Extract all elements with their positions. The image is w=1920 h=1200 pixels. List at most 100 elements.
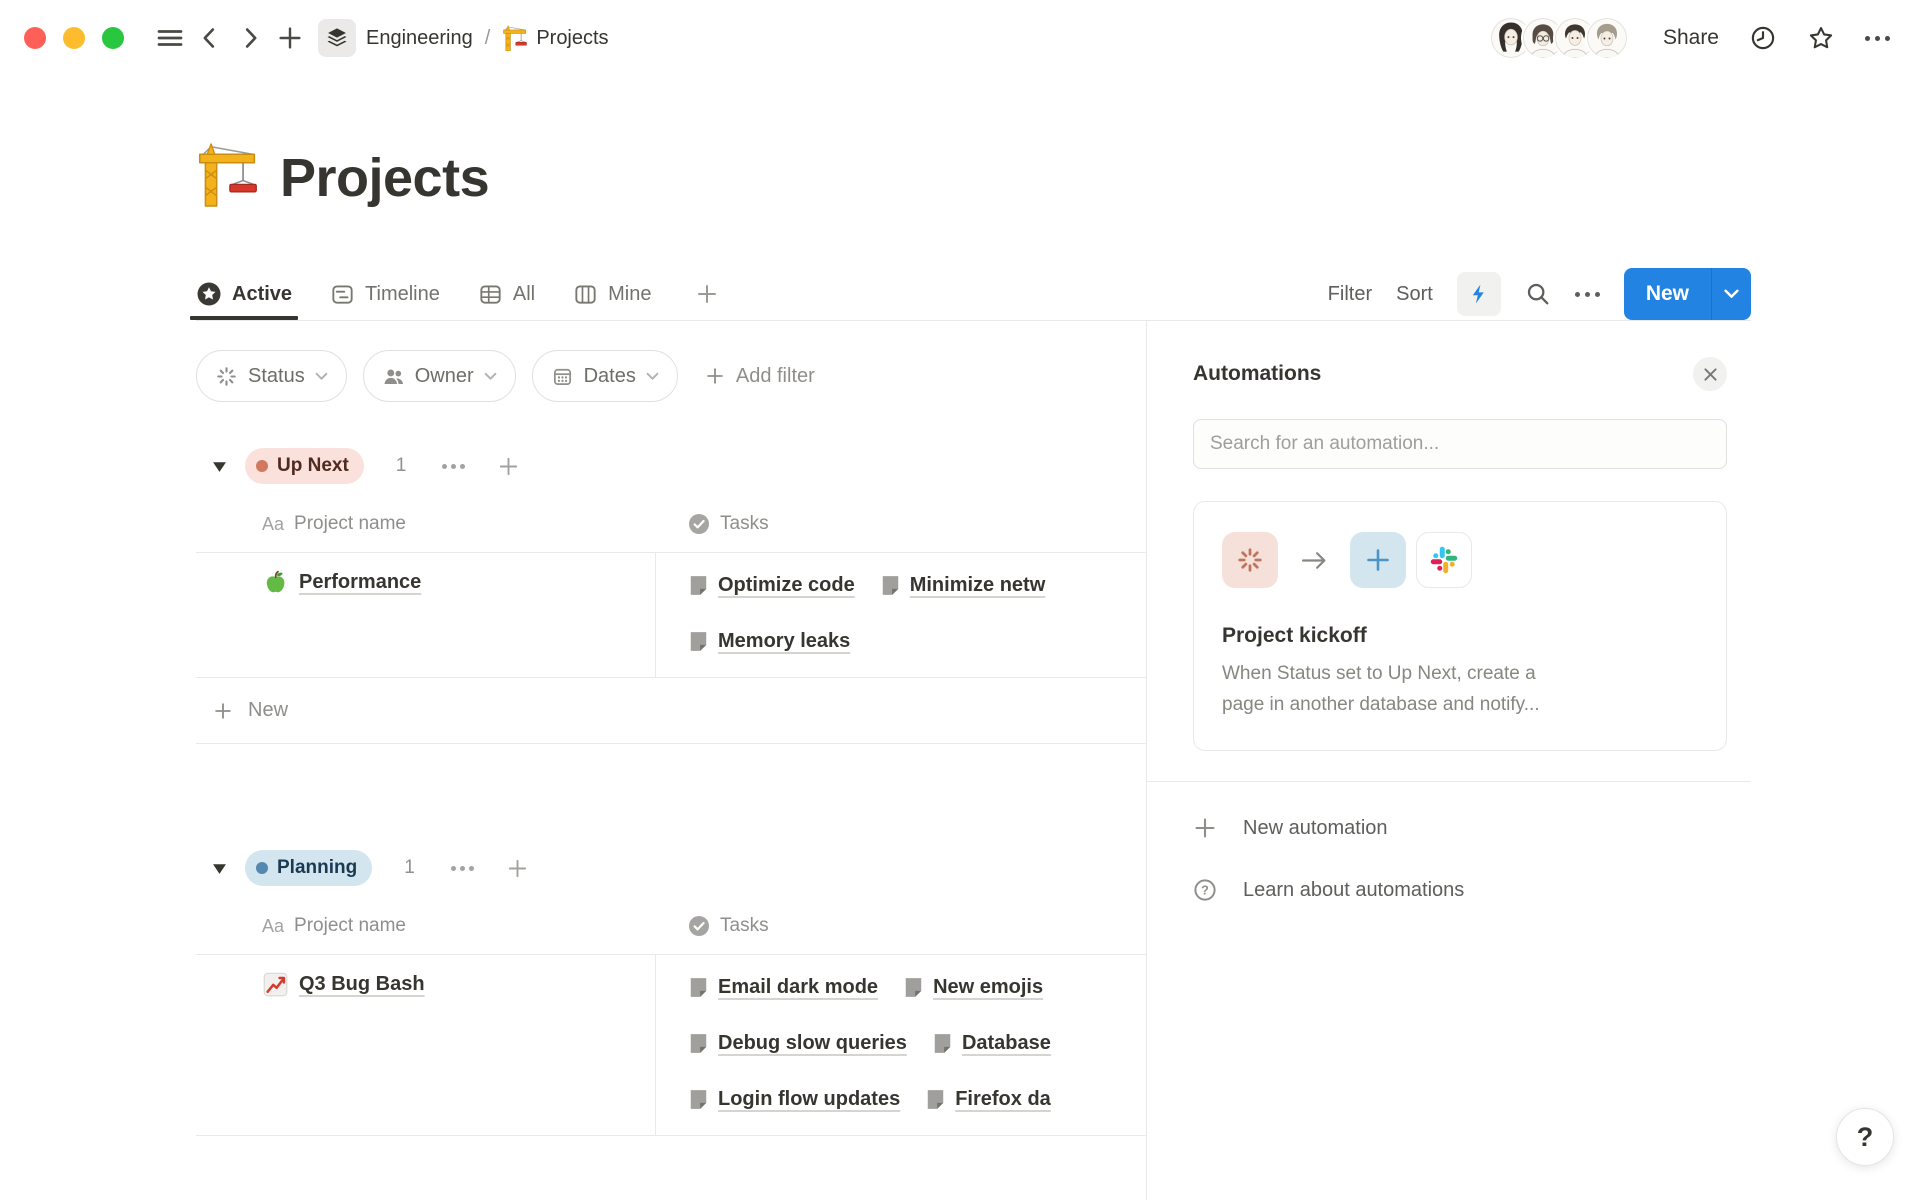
task-item[interactable]: Firefox da xyxy=(926,1088,1051,1111)
task-item[interactable]: Debug slow queries xyxy=(689,1032,907,1055)
breadcrumb-page[interactable]: Projects xyxy=(502,25,608,51)
updates-button[interactable] xyxy=(1749,24,1777,52)
task-item[interactable]: Login flow updates xyxy=(689,1088,900,1111)
learn-automations-link[interactable]: ? Learn about automations xyxy=(1193,862,1727,918)
status-filter-label: Status xyxy=(248,365,305,388)
table-row[interactable]: Q3 Bug Bash Email dark mode New emojis D… xyxy=(196,954,1146,1136)
column-tasks[interactable]: Tasks xyxy=(720,513,769,535)
favorite-button[interactable] xyxy=(1807,24,1835,52)
tab-mine[interactable]: Mine xyxy=(573,268,651,320)
task-item[interactable]: Database xyxy=(933,1032,1051,1055)
collaborator-avatars[interactable] xyxy=(1489,16,1629,60)
window-top-bar: Engineering / Projects Share xyxy=(0,0,1920,76)
add-filter-button[interactable]: Add filter xyxy=(704,365,815,388)
status-filter-chip[interactable]: Status xyxy=(196,350,347,402)
automation-search-input[interactable] xyxy=(1193,419,1727,469)
new-record-dropdown[interactable] xyxy=(1711,268,1751,320)
new-row-button[interactable]: New xyxy=(196,678,1146,744)
new-record-button[interactable]: New xyxy=(1624,268,1711,320)
sidebar-toggle-button[interactable] xyxy=(150,18,190,58)
clock-icon xyxy=(1749,24,1777,52)
database-groups: Up Next 1 AaProject name Tasks Performan… xyxy=(196,404,1146,1136)
new-page-button[interactable] xyxy=(270,18,310,58)
learn-automations-label: Learn about automations xyxy=(1243,879,1464,902)
task-item[interactable]: Minimize netw xyxy=(881,574,1046,597)
add-view-button[interactable] xyxy=(695,268,719,320)
add-filter-label: Add filter xyxy=(736,365,815,388)
tab-active[interactable]: Active xyxy=(196,268,292,320)
task-link[interactable]: Firefox da xyxy=(955,1088,1051,1111)
tab-all[interactable]: All xyxy=(478,268,535,320)
group-add-button[interactable] xyxy=(497,455,520,478)
group-pill-up-next[interactable]: Up Next xyxy=(245,448,364,484)
column-project-name[interactable]: Project name xyxy=(294,915,406,937)
collapse-triangle-icon[interactable] xyxy=(212,460,227,473)
task-link[interactable]: Login flow updates xyxy=(718,1088,900,1111)
minimize-window-button[interactable] xyxy=(63,27,85,49)
plus-icon xyxy=(497,455,520,478)
new-row-label: New xyxy=(248,699,288,722)
plus-icon xyxy=(275,23,305,53)
table-row[interactable]: Performance Optimize code Minimize netw … xyxy=(196,552,1146,678)
close-panel-button[interactable] xyxy=(1693,357,1727,391)
task-item[interactable]: New emojis xyxy=(904,976,1043,999)
breadcrumb-workspace[interactable]: Engineering xyxy=(366,27,473,50)
page-icon xyxy=(933,1033,952,1054)
tasks-cell[interactable]: Email dark mode New emojis Debug slow qu… xyxy=(655,955,1146,1135)
tasks-cell[interactable]: Optimize code Minimize netw Memory leaks xyxy=(655,553,1146,677)
dates-filter-chip[interactable]: Dates xyxy=(532,350,678,402)
project-name-cell[interactable]: Performance xyxy=(196,553,655,677)
filter-bar: Status Owner Dates Add filter xyxy=(196,350,815,402)
automations-button[interactable] xyxy=(1457,272,1501,316)
more-options-button[interactable] xyxy=(1865,36,1890,41)
task-link[interactable]: Optimize code xyxy=(718,574,855,597)
new-automation-button[interactable]: New automation xyxy=(1193,800,1727,856)
owner-filter-chip[interactable]: Owner xyxy=(363,350,516,402)
collapse-triangle-icon[interactable] xyxy=(212,862,227,875)
task-item[interactable]: Memory leaks xyxy=(689,630,850,653)
filter-button[interactable]: Filter xyxy=(1328,283,1372,306)
people-icon xyxy=(382,365,405,388)
group-pill-planning[interactable]: Planning xyxy=(245,850,372,886)
task-item[interactable]: Email dark mode xyxy=(689,976,878,999)
plus-icon xyxy=(1193,816,1217,840)
new-record-split-button[interactable]: New xyxy=(1624,268,1751,320)
group-count: 1 xyxy=(404,857,415,879)
search-view-button[interactable] xyxy=(1525,281,1551,307)
group-options-button[interactable] xyxy=(451,866,474,871)
avatar[interactable] xyxy=(1585,16,1629,60)
task-link[interactable]: Memory leaks xyxy=(718,630,850,653)
task-link[interactable]: Database xyxy=(962,1032,1051,1055)
zoom-window-button[interactable] xyxy=(102,27,124,49)
project-link[interactable]: Performance xyxy=(299,571,421,594)
project-link[interactable]: Q3 Bug Bash xyxy=(299,973,425,996)
task-item[interactable]: Optimize code xyxy=(689,574,855,597)
star-badge-icon xyxy=(196,281,222,307)
share-button[interactable]: Share xyxy=(1663,26,1719,50)
panel-divider xyxy=(1146,781,1751,782)
nav-back-button[interactable] xyxy=(190,18,230,58)
page-header: Projects xyxy=(196,140,489,208)
tab-timeline-label: Timeline xyxy=(365,283,440,306)
task-link[interactable]: New emojis xyxy=(933,976,1043,999)
workspace-icon[interactable] xyxy=(318,19,356,57)
automation-card[interactable]: Project kickoff When Status set to Up Ne… xyxy=(1193,501,1727,751)
layers-icon xyxy=(325,26,349,50)
nav-forward-button[interactable] xyxy=(230,18,270,58)
board-view-icon xyxy=(573,282,598,307)
group-add-button[interactable] xyxy=(506,857,529,880)
task-link[interactable]: Debug slow queries xyxy=(718,1032,907,1055)
column-tasks[interactable]: Tasks xyxy=(720,915,769,937)
tab-timeline[interactable]: Timeline xyxy=(330,268,440,320)
view-options-button[interactable] xyxy=(1575,292,1600,297)
task-link[interactable]: Minimize netw xyxy=(910,574,1046,597)
task-link[interactable]: Email dark mode xyxy=(718,976,878,999)
dates-filter-label: Dates xyxy=(584,365,636,388)
chevron-down-icon xyxy=(1724,289,1739,299)
group-options-button[interactable] xyxy=(442,464,465,469)
close-window-button[interactable] xyxy=(24,27,46,49)
column-project-name[interactable]: Project name xyxy=(294,513,406,535)
project-name-cell[interactable]: Q3 Bug Bash xyxy=(196,955,655,1135)
help-button[interactable]: ? xyxy=(1836,1108,1894,1166)
sort-button[interactable]: Sort xyxy=(1396,283,1433,306)
